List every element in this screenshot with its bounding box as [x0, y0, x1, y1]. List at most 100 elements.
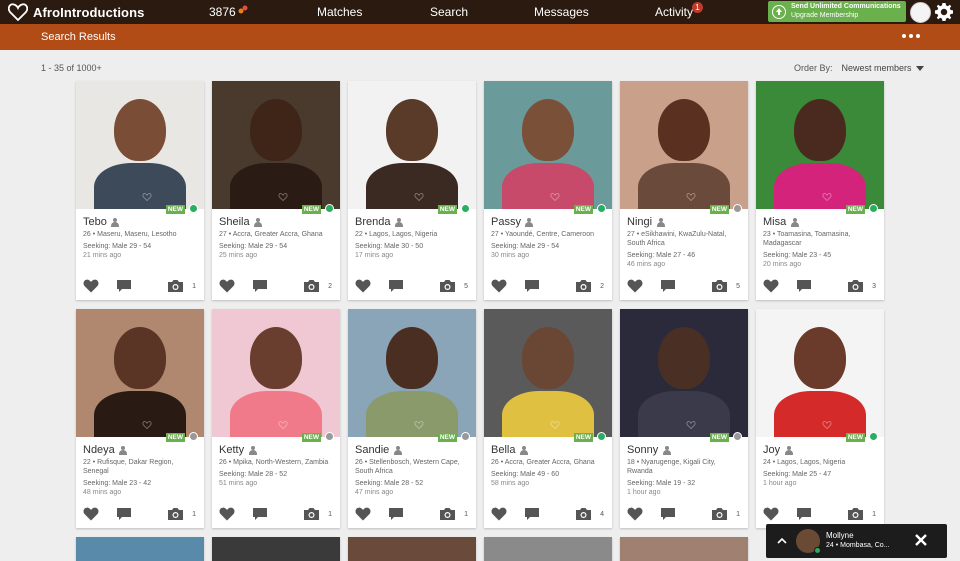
profile-name[interactable]: Sheila	[219, 216, 250, 228]
profile-location: 18 • Nyarugenge, Kigali City, Rwanda	[627, 459, 716, 475]
profile-name[interactable]: Ningi	[627, 216, 652, 228]
message-icon[interactable]	[252, 279, 268, 293]
more-options-icon[interactable]	[902, 34, 920, 38]
nav-matches[interactable]: Matches	[317, 0, 362, 24]
like-heart-icon[interactable]	[219, 507, 235, 521]
profile-card[interactable]: NEW Joy 24 • Lagos, Lagos, Nigeria Seeki…	[756, 309, 884, 528]
people-icon	[238, 5, 248, 14]
brand-name: AfroIntroductions	[33, 4, 145, 20]
message-icon[interactable]	[388, 279, 404, 293]
message-icon[interactable]	[660, 507, 676, 521]
profile-photo[interactable]	[620, 81, 748, 209]
profile-card[interactable]	[484, 537, 612, 561]
profile-card[interactable]: NEW Passy 27 • Yaoundé, Centre, Cameroon…	[484, 81, 612, 300]
profile-photo[interactable]	[348, 81, 476, 209]
like-heart-icon[interactable]	[763, 279, 779, 293]
profile-photo[interactable]	[756, 309, 884, 437]
profile-photo[interactable]	[484, 309, 612, 437]
profile-card[interactable]	[620, 537, 748, 561]
profile-card[interactable]: NEW Misa 23 • Toamasina, Toamasina, Mada…	[756, 81, 884, 300]
profile-card[interactable]: NEW Ndeya 22 • Rufisque, Dakar Region, S…	[76, 309, 204, 528]
profile-card[interactable]	[76, 537, 204, 561]
camera-icon[interactable]	[167, 507, 184, 521]
like-heart-icon[interactable]	[491, 279, 507, 293]
profile-name[interactable]: Bella	[491, 444, 515, 456]
profile-photo[interactable]	[76, 537, 204, 561]
camera-icon[interactable]	[303, 507, 320, 521]
profile-card[interactable]: NEW Bella 26 • Accra, Greater Accra, Gha…	[484, 309, 612, 528]
camera-icon[interactable]	[847, 507, 864, 521]
message-icon[interactable]	[660, 279, 676, 293]
message-icon[interactable]	[388, 507, 404, 521]
camera-icon[interactable]	[847, 279, 864, 293]
profile-photo[interactable]	[484, 81, 612, 209]
message-icon[interactable]	[796, 507, 812, 521]
profile-card[interactable]: NEW Tebo 26 • Maseru, Maseru, Lesotho Se…	[76, 81, 204, 300]
brand-logo[interactable]: AfroIntroductions	[8, 2, 144, 22]
camera-icon[interactable]	[167, 279, 184, 293]
nav-online-count[interactable]: 3876	[209, 0, 248, 24]
camera-icon[interactable]	[575, 279, 592, 293]
like-heart-icon[interactable]	[627, 507, 643, 521]
profile-name[interactable]: Ndeya	[83, 444, 115, 456]
profile-card[interactable]: NEW Ningi 27 • eSikhawini, KwaZulu-Natal…	[620, 81, 748, 300]
like-heart-icon[interactable]	[219, 279, 235, 293]
profile-photo[interactable]	[212, 81, 340, 209]
camera-icon[interactable]	[303, 279, 320, 293]
profile-card[interactable]: NEW Sonny 18 • Nyarugenge, Kigali City, …	[620, 309, 748, 528]
profile-card[interactable]	[212, 537, 340, 561]
close-icon[interactable]	[915, 534, 927, 546]
profile-name[interactable]: Ketty	[219, 444, 244, 456]
message-icon[interactable]	[796, 279, 812, 293]
chat-avatar[interactable]	[796, 529, 821, 554]
profile-photo[interactable]	[620, 537, 748, 561]
user-avatar[interactable]	[910, 2, 931, 23]
order-by-select[interactable]: Newest members	[842, 63, 924, 73]
camera-icon[interactable]	[439, 507, 456, 521]
message-icon[interactable]	[116, 279, 132, 293]
profile-card[interactable]: NEW Sandie 26 • Stellenbosch, Western Ca…	[348, 309, 476, 528]
profile-photo[interactable]	[484, 537, 612, 561]
nav-search[interactable]: Search	[430, 0, 468, 24]
profile-card[interactable]: NEW Sheila 27 • Accra, Greater Accra, Gh…	[212, 81, 340, 300]
camera-icon[interactable]	[711, 507, 728, 521]
profile-name[interactable]: Misa	[763, 216, 786, 228]
like-heart-icon[interactable]	[355, 279, 371, 293]
like-heart-icon[interactable]	[83, 279, 99, 293]
like-heart-icon[interactable]	[627, 279, 643, 293]
message-icon[interactable]	[116, 507, 132, 521]
profile-photo[interactable]	[620, 309, 748, 437]
nav-activity[interactable]: Activity	[655, 0, 693, 24]
like-heart-icon[interactable]	[763, 507, 779, 521]
gear-icon[interactable]	[935, 3, 953, 21]
upgrade-membership-button[interactable]: Send Unlimited Communications Upgrade Me…	[768, 1, 906, 22]
profile-name[interactable]: Sandie	[355, 444, 389, 456]
camera-icon[interactable]	[439, 279, 456, 293]
profile-card[interactable]	[348, 537, 476, 561]
camera-icon[interactable]	[575, 507, 592, 521]
like-heart-icon[interactable]	[83, 507, 99, 521]
message-icon[interactable]	[524, 279, 540, 293]
like-heart-icon[interactable]	[491, 507, 507, 521]
profile-name[interactable]: Joy	[763, 444, 780, 456]
profile-name[interactable]: Tebo	[83, 216, 107, 228]
profile-photo[interactable]	[348, 537, 476, 561]
chevron-up-icon[interactable]	[777, 536, 787, 546]
camera-icon[interactable]	[711, 279, 728, 293]
nav-messages[interactable]: Messages	[534, 0, 589, 24]
chat-popup[interactable]: Mollyne 24 • Mombasa, Co...	[766, 524, 947, 558]
profile-photo[interactable]	[756, 81, 884, 209]
like-heart-icon[interactable]	[355, 507, 371, 521]
message-icon[interactable]	[252, 507, 268, 521]
profile-name[interactable]: Sonny	[627, 444, 658, 456]
profile-name[interactable]: Brenda	[355, 216, 390, 228]
profile-card[interactable]: NEW Ketty 26 • Mpika, North-Western, Zam…	[212, 309, 340, 528]
profile-photo[interactable]	[212, 309, 340, 437]
profile-card[interactable]: NEW Brenda 22 • Lagos, Lagos, Nigeria Se…	[348, 81, 476, 300]
profile-photo[interactable]	[212, 537, 340, 561]
message-icon[interactable]	[524, 507, 540, 521]
profile-name[interactable]: Passy	[491, 216, 521, 228]
profile-photo[interactable]	[76, 309, 204, 437]
profile-photo[interactable]	[76, 81, 204, 209]
profile-photo[interactable]	[348, 309, 476, 437]
